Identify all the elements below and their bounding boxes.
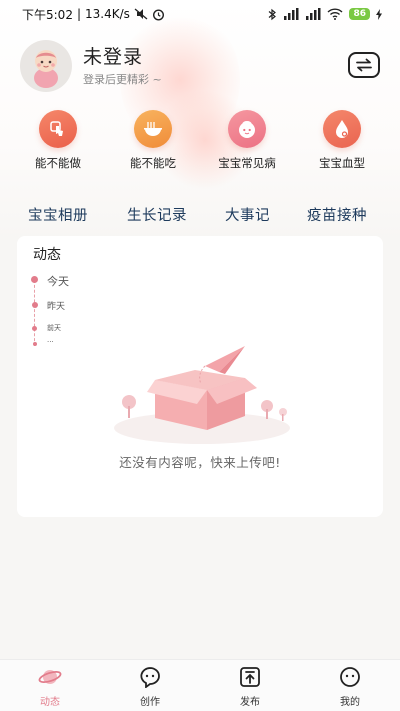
feature-label: 能不能做 (35, 156, 81, 170)
feature-can-eat[interactable]: 能不能吃 (108, 110, 198, 171)
tab-vaccination[interactable]: 疫苗接种 (307, 204, 367, 225)
feature-label: 能不能吃 (130, 156, 176, 170)
nav-label: 发布 (240, 697, 260, 708)
profile-header[interactable]: 未登录 登录后更精彩 ~ (20, 40, 380, 92)
section-tabs: 宝宝相册 生长记录 大事记 疫苗接种 (0, 204, 400, 226)
timeline-more: ... (47, 336, 54, 344)
hand-tap-icon (39, 110, 77, 148)
chat-bubble-icon (138, 665, 162, 689)
empty-state-text: 还没有内容呢，快来上传吧! (119, 455, 281, 470)
wifi-icon (327, 8, 343, 20)
nav-label: 创作 (140, 697, 160, 708)
timeline-dot (31, 302, 38, 308)
feature-blood-type[interactable]: 宝宝血型 (297, 110, 387, 171)
bottom-navigation: 动态 创作 发布 我的 (0, 659, 400, 711)
timeline-day-before: 前天 (47, 324, 61, 332)
smiley-icon (338, 665, 362, 689)
empty-box-illustration (114, 346, 290, 444)
mute-icon (134, 8, 148, 20)
noodle-bowl-icon (134, 110, 172, 148)
feature-label: 宝宝血型 (319, 156, 365, 170)
timeline-dot (32, 342, 37, 346)
network-speed: 13.4K/s (85, 7, 130, 21)
feed-title: 动态 (33, 247, 61, 263)
tab-growth-record[interactable]: 生长记录 (127, 204, 187, 225)
upload-icon (238, 665, 262, 689)
signal-icon (284, 8, 299, 20)
feature-can-do[interactable]: 能不能做 (13, 110, 103, 171)
username[interactable]: 未登录 (83, 45, 162, 69)
switch-button[interactable] (348, 52, 380, 78)
nav-label: 我的 (340, 697, 360, 708)
nav-feed[interactable]: 动态 (20, 665, 80, 708)
baby-avatar-icon (34, 50, 58, 88)
feed-card: 动态 今天 昨天 前天 ... 还没有内容呢，快来上传吧! (17, 236, 383, 517)
bluetooth-icon (269, 8, 277, 20)
charging-icon (376, 8, 382, 20)
nav-publish[interactable]: 发布 (220, 665, 280, 708)
status-time: 下午5:02 (22, 7, 73, 22)
planet-icon (38, 665, 62, 689)
battery-level: 86 (349, 8, 370, 20)
nav-label: 动态 (40, 697, 60, 708)
tab-baby-album[interactable]: 宝宝相册 (28, 204, 88, 225)
signal-icon-2 (306, 8, 321, 20)
blood-drop-icon (323, 110, 361, 148)
swap-arrows-icon (356, 58, 372, 72)
tab-milestones[interactable]: 大事记 (225, 204, 270, 225)
nav-create[interactable]: 创作 (120, 665, 180, 708)
timeline-dot (31, 276, 38, 283)
timeline-dot (32, 326, 37, 331)
feature-shortcuts: 能不能做 能不能吃 宝宝常见病 宝宝血型 (0, 110, 400, 170)
alarm-icon (152, 8, 164, 21)
baby-face-icon (228, 110, 266, 148)
avatar[interactable] (20, 40, 72, 92)
timeline-today: 今天 (47, 275, 69, 288)
timeline-yesterday: 昨天 (47, 302, 66, 312)
status-bar: 下午5:02 | 13.4K/s 86 (0, 0, 400, 28)
feature-label: 宝宝常见病 (218, 156, 276, 170)
login-hint[interactable]: 登录后更精彩 ~ (83, 71, 162, 87)
feature-common-illness[interactable]: 宝宝常见病 (202, 110, 292, 171)
nav-mine[interactable]: 我的 (320, 665, 380, 708)
